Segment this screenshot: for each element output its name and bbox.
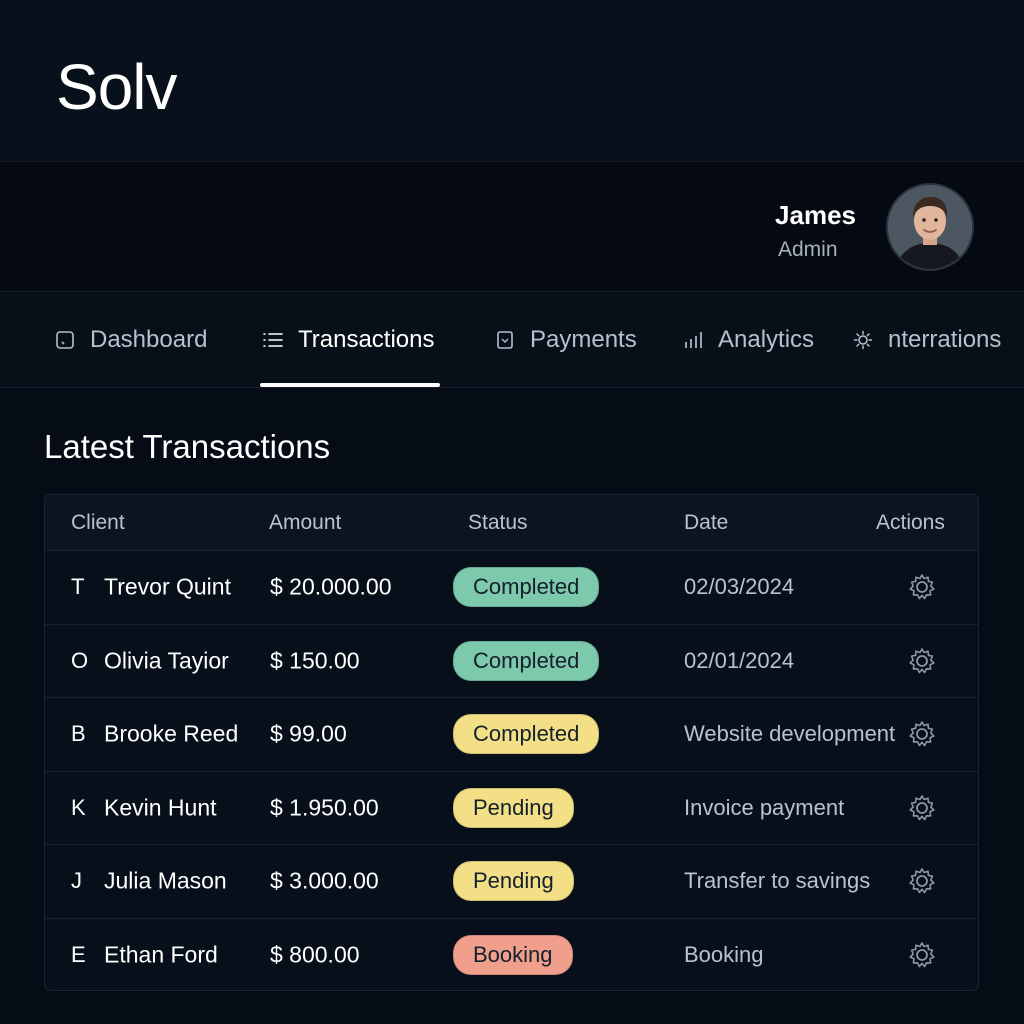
client-initial: E [71, 942, 86, 968]
client-name: Trevor Quint [104, 573, 231, 600]
square-icon [54, 329, 76, 351]
bar-chart-icon [682, 329, 704, 351]
amount-value: $ 1.950.00 [270, 794, 379, 821]
brand-header: Solv [0, 0, 1024, 162]
table-row[interactable]: K Kevin Hunt $ 1.950.00 Pending Invoice paym… [45, 772, 978, 845]
status-cell: Pending [453, 861, 574, 902]
status-cell: Completed [453, 714, 600, 755]
table-row[interactable]: T Trevor Quint $ 20.000.00 Completed 02/03/2… [45, 551, 978, 625]
user-name: James [775, 200, 856, 230]
user-bar: James Admin [0, 162, 1024, 292]
tab-label: nterrations [888, 326, 1002, 353]
tab-bar: Dashboard Transactions Payments Analytic… [0, 292, 1024, 388]
status-cell: Completed [453, 567, 600, 608]
column-header-actions: Actions [876, 511, 945, 534]
amount-value: $ 800.00 [270, 941, 360, 968]
client-name: Julia Mason [104, 867, 227, 894]
tab-label: Payments [530, 326, 637, 353]
settings-gear-icon[interactable] [907, 793, 937, 823]
client-initial: B [71, 721, 86, 747]
status-badge: Pending [453, 861, 574, 902]
status-badge: Booking [453, 935, 573, 976]
date-value: Transfer to savings [684, 868, 871, 894]
avatar[interactable] [886, 183, 974, 271]
settings-gear-icon[interactable] [907, 940, 937, 970]
column-header-status[interactable]: Status [468, 511, 528, 535]
brand-logo[interactable]: Solv [56, 50, 177, 124]
settings-gear-icon[interactable] [907, 719, 937, 749]
amount-value: $ 20.000.00 [270, 573, 392, 600]
column-header-client[interactable]: Client [71, 511, 125, 535]
column-header-date[interactable]: Date [684, 511, 728, 535]
tab-transactions[interactable]: Transactions [262, 292, 435, 388]
table-header: Client Amount Status Date Actions [45, 495, 978, 551]
date-value: Website development [684, 721, 896, 747]
column-header-amount[interactable]: Amount [269, 511, 341, 535]
amount-value: $ 150.00 [270, 647, 360, 674]
status-badge: Pending [453, 787, 574, 828]
tab-label: Analytics [718, 326, 815, 353]
app-window: Solv James Admin Dashboard Transactions … [0, 0, 1024, 1024]
table-row[interactable]: B Brooke Reed $ 99.00 Completed Website deve… [45, 698, 978, 772]
status-cell: Pending [453, 787, 574, 828]
tab-analytics[interactable]: Analytics [682, 292, 814, 388]
settings-gear-icon[interactable] [907, 646, 937, 676]
gear-icon [852, 329, 874, 351]
user-role: Admin [778, 238, 838, 261]
status-badge: Completed [453, 567, 600, 608]
date-value: Booking [684, 942, 764, 968]
client-initial: T [71, 574, 85, 600]
status-cell: Completed [453, 640, 600, 681]
client-initial: J [71, 868, 82, 894]
status-badge: Completed [453, 714, 600, 755]
transactions-table: Client Amount Status Date Actions T Trevo… [44, 494, 979, 991]
tab-dashboard[interactable]: Dashboard [54, 292, 207, 388]
table-row[interactable]: J Julia Mason $ 3.000.00 Pending Transfer to… [45, 845, 978, 919]
tab-integrations[interactable]: nterrations [852, 292, 1001, 388]
status-cell: Booking [453, 935, 573, 976]
status-badge: Completed [453, 640, 600, 681]
client-name: Ethan Ford [104, 941, 218, 968]
client-name: Kevin Hunt [104, 794, 217, 821]
tab-payments[interactable]: Payments [494, 292, 637, 388]
settings-gear-icon[interactable] [907, 866, 937, 896]
table-row[interactable]: E Ethan Ford $ 800.00 Booking Booking [45, 919, 978, 991]
client-initial: O [71, 647, 89, 673]
settings-gear-icon[interactable] [907, 572, 937, 602]
table-row[interactable]: O Olivia Tayior $ 150.00 Completed 02/01/202… [45, 625, 978, 698]
client-initial: K [71, 794, 86, 820]
avatar-photo [888, 185, 972, 269]
active-tab-indicator [260, 383, 440, 387]
tab-label: Dashboard [90, 326, 208, 353]
date-value: Invoice payment [684, 794, 845, 820]
date-value: 02/03/2024 [684, 574, 795, 600]
client-name: Olivia Tayior [104, 647, 229, 674]
list-icon [262, 329, 284, 351]
date-value: 02/01/2024 [684, 647, 795, 673]
amount-value: $ 99.00 [270, 720, 347, 747]
amount-value: $ 3.000.00 [270, 867, 379, 894]
tab-label: Transactions [298, 326, 435, 353]
client-name: Brooke Reed [104, 720, 239, 747]
section-title: Latest Transactions [44, 428, 331, 465]
card-icon [494, 329, 516, 351]
